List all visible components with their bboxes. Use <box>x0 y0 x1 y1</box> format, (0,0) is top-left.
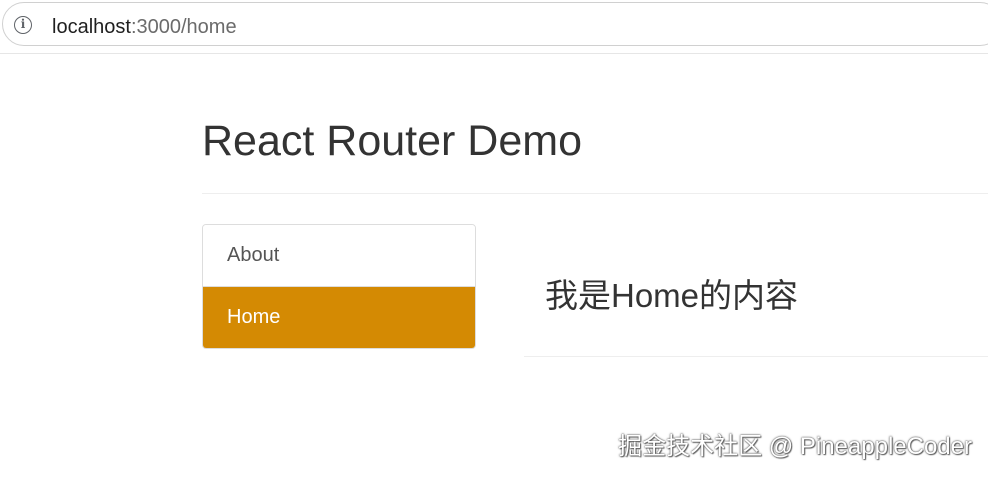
browser-toolbar: i localhost:3000/home <box>0 0 988 54</box>
nav-item-about[interactable]: About <box>203 225 475 286</box>
watermark: 掘金技术社区 @ PineappleCoder <box>618 433 972 460</box>
content-heading: 我是Home的内容 <box>545 277 799 314</box>
nav-list: About Home <box>202 224 476 349</box>
address-url[interactable]: localhost:3000/home <box>52 15 237 39</box>
content-panel: 我是Home的内容 <box>524 255 988 357</box>
url-path: :3000/home <box>130 16 237 38</box>
info-icon[interactable]: i <box>14 16 32 34</box>
nav-item-home[interactable]: Home <box>203 286 475 348</box>
address-bar[interactable]: i localhost:3000/home <box>2 2 988 46</box>
url-host: localhost <box>52 16 131 38</box>
page-header: React Router Demo <box>202 100 988 194</box>
page-title: React Router Demo <box>202 117 582 165</box>
